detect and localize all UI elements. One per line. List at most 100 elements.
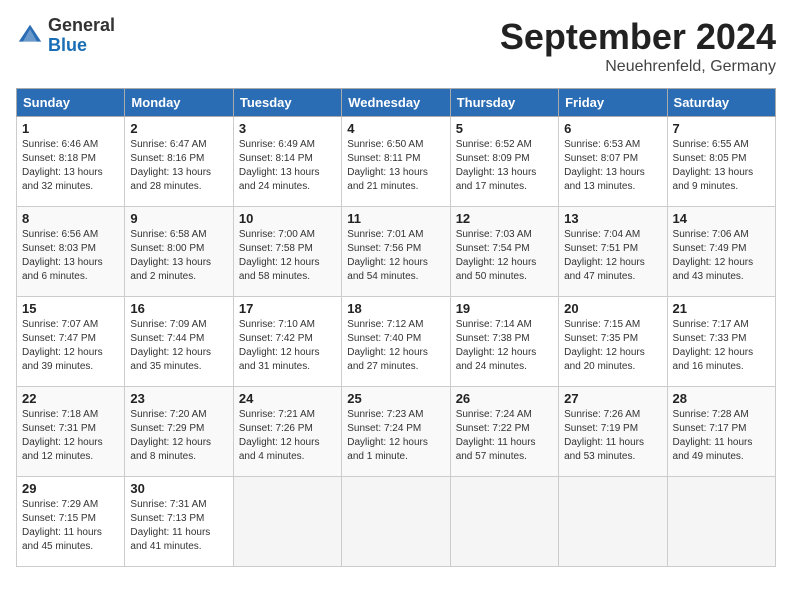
day-info: Sunrise: 7:26 AMSunset: 7:19 PMDaylight:… [564,408,661,464]
day-number: 26 [456,391,553,406]
col-friday: Friday [559,89,667,117]
calendar-cell: 7 Sunrise: 6:55 AMSunset: 8:05 PMDaylight… [667,117,775,207]
day-info: Sunrise: 7:21 AMSunset: 7:26 PMDaylight:… [239,408,336,464]
day-info: Sunrise: 7:20 AMSunset: 7:29 PMDaylight:… [130,408,227,464]
day-info: Sunrise: 6:47 AMSunset: 8:16 PMDaylight:… [130,138,227,194]
month-title: September 2024 [500,16,776,58]
day-info: Sunrise: 7:28 AMSunset: 7:17 PMDaylight:… [673,408,770,464]
calendar-cell: 2 Sunrise: 6:47 AMSunset: 8:16 PMDaylight… [125,117,233,207]
day-info: Sunrise: 6:58 AMSunset: 8:00 PMDaylight:… [130,228,227,284]
day-number: 8 [22,211,119,226]
calendar-cell: 28 Sunrise: 7:28 AMSunset: 7:17 PMDayligh… [667,387,775,477]
day-info: Sunrise: 6:55 AMSunset: 8:05 PMDaylight:… [673,138,770,194]
day-number: 24 [239,391,336,406]
logo-general-text: General [48,15,115,35]
day-info: Sunrise: 7:17 AMSunset: 7:33 PMDaylight:… [673,318,770,374]
logo-icon [16,22,44,50]
calendar-cell: 11 Sunrise: 7:01 AMSunset: 7:56 PMDayligh… [342,207,450,297]
calendar-cell: 13 Sunrise: 7:04 AMSunset: 7:51 PMDayligh… [559,207,667,297]
day-number: 15 [22,301,119,316]
header-row: Sunday Monday Tuesday Wednesday Thursday… [17,89,776,117]
day-number: 9 [130,211,227,226]
calendar-row: 15Sunrise: 7:07 AMSunset: 7:47 PMDayligh… [17,297,776,387]
calendar-cell: 6Sunrise: 6:53 AMSunset: 8:07 PMDaylight… [559,117,667,207]
day-info: Sunrise: 7:06 AMSunset: 7:49 PMDaylight:… [673,228,770,284]
calendar-cell [342,477,450,567]
calendar-row: 8 Sunrise: 6:56 AMSunset: 8:03 PMDaylight… [17,207,776,297]
calendar-cell: 8 Sunrise: 6:56 AMSunset: 8:03 PMDaylight… [17,207,125,297]
day-info: Sunrise: 7:01 AMSunset: 7:56 PMDaylight:… [347,228,444,284]
calendar-table: Sunday Monday Tuesday Wednesday Thursday… [16,88,776,567]
day-info: Sunrise: 7:03 AMSunset: 7:54 PMDaylight:… [456,228,553,284]
calendar-cell: 29Sunrise: 7:29 AMSunset: 7:15 PMDayligh… [17,477,125,567]
col-wednesday: Wednesday [342,89,450,117]
day-number: 12 [456,211,553,226]
calendar-cell: 15Sunrise: 7:07 AMSunset: 7:47 PMDayligh… [17,297,125,387]
page-header: General Blue September 2024 Neuehrenfeld… [16,16,776,76]
day-info: Sunrise: 7:15 AMSunset: 7:35 PMDaylight:… [564,318,661,374]
calendar-cell [559,477,667,567]
calendar-row: 29Sunrise: 7:29 AMSunset: 7:15 PMDayligh… [17,477,776,567]
title-block: September 2024 Neuehrenfeld, Germany [500,16,776,76]
day-number: 16 [130,301,227,316]
calendar-cell: 19Sunrise: 7:14 AMSunset: 7:38 PMDayligh… [450,297,558,387]
calendar-cell: 25Sunrise: 7:23 AMSunset: 7:24 PMDayligh… [342,387,450,477]
day-number: 20 [564,301,661,316]
logo: General Blue [16,16,115,56]
day-number: 3 [239,121,336,136]
calendar-cell: 12 Sunrise: 7:03 AMSunset: 7:54 PMDayligh… [450,207,558,297]
calendar-cell: 9 Sunrise: 6:58 AMSunset: 8:00 PMDaylight… [125,207,233,297]
calendar-cell: 14 Sunrise: 7:06 AMSunset: 7:49 PMDayligh… [667,207,775,297]
day-info: Sunrise: 7:00 AMSunset: 7:58 PMDaylight:… [239,228,336,284]
col-saturday: Saturday [667,89,775,117]
calendar-cell [667,477,775,567]
calendar-cell: 10 Sunrise: 7:00 AMSunset: 7:58 PMDayligh… [233,207,341,297]
day-number: 28 [673,391,770,406]
calendar-cell: 21Sunrise: 7:17 AMSunset: 7:33 PMDayligh… [667,297,775,387]
day-number: 5 [456,121,553,136]
day-number: 10 [239,211,336,226]
col-tuesday: Tuesday [233,89,341,117]
day-number: 17 [239,301,336,316]
day-number: 18 [347,301,444,316]
calendar-cell: 17 Sunrise: 7:10 AMSunset: 7:42 PMDayligh… [233,297,341,387]
calendar-cell: 18 Sunrise: 7:12 AMSunset: 7:40 PMDayligh… [342,297,450,387]
day-number: 29 [22,481,119,496]
day-number: 1 [22,121,119,136]
day-number: 14 [673,211,770,226]
calendar-cell: 23 Sunrise: 7:20 AMSunset: 7:29 PMDayligh… [125,387,233,477]
day-info: Sunrise: 7:10 AMSunset: 7:42 PMDaylight:… [239,318,336,374]
day-info: Sunrise: 7:04 AMSunset: 7:51 PMDaylight:… [564,228,661,284]
day-number: 19 [456,301,553,316]
calendar-cell: 16 Sunrise: 7:09 AMSunset: 7:44 PMDayligh… [125,297,233,387]
day-info: Sunrise: 6:52 AMSunset: 8:09 PMDaylight:… [456,138,553,194]
day-number: 11 [347,211,444,226]
col-sunday: Sunday [17,89,125,117]
day-info: Sunrise: 7:09 AMSunset: 7:44 PMDaylight:… [130,318,227,374]
day-number: 2 [130,121,227,136]
day-info: Sunrise: 7:23 AMSunset: 7:24 PMDaylight:… [347,408,444,464]
day-number: 4 [347,121,444,136]
day-number: 23 [130,391,227,406]
day-info: Sunrise: 6:50 AMSunset: 8:11 PMDaylight:… [347,138,444,194]
calendar-cell: 27Sunrise: 7:26 AMSunset: 7:19 PMDayligh… [559,387,667,477]
calendar-cell: 22 Sunrise: 7:18 AMSunset: 7:31 PMDayligh… [17,387,125,477]
day-info: Sunrise: 6:56 AMSunset: 8:03 PMDaylight:… [22,228,119,284]
calendar-cell: 1Sunrise: 6:46 AMSunset: 8:18 PMDaylight… [17,117,125,207]
day-info: Sunrise: 6:49 AMSunset: 8:14 PMDaylight:… [239,138,336,194]
day-info: Sunrise: 7:12 AMSunset: 7:40 PMDaylight:… [347,318,444,374]
day-number: 6 [564,121,661,136]
logo-blue-text: Blue [48,35,87,55]
day-number: 7 [673,121,770,136]
calendar-cell [450,477,558,567]
calendar-cell: 4 Sunrise: 6:50 AMSunset: 8:11 PMDaylight… [342,117,450,207]
calendar-cell: 24 Sunrise: 7:21 AMSunset: 7:26 PMDayligh… [233,387,341,477]
day-number: 22 [22,391,119,406]
col-monday: Monday [125,89,233,117]
calendar-cell: 30Sunrise: 7:31 AMSunset: 7:13 PMDayligh… [125,477,233,567]
day-number: 13 [564,211,661,226]
day-info: Sunrise: 7:24 AMSunset: 7:22 PMDaylight:… [456,408,553,464]
calendar-cell: 3 Sunrise: 6:49 AMSunset: 8:14 PMDaylight… [233,117,341,207]
day-info: Sunrise: 7:18 AMSunset: 7:31 PMDaylight:… [22,408,119,464]
calendar-row: 22 Sunrise: 7:18 AMSunset: 7:31 PMDayligh… [17,387,776,477]
